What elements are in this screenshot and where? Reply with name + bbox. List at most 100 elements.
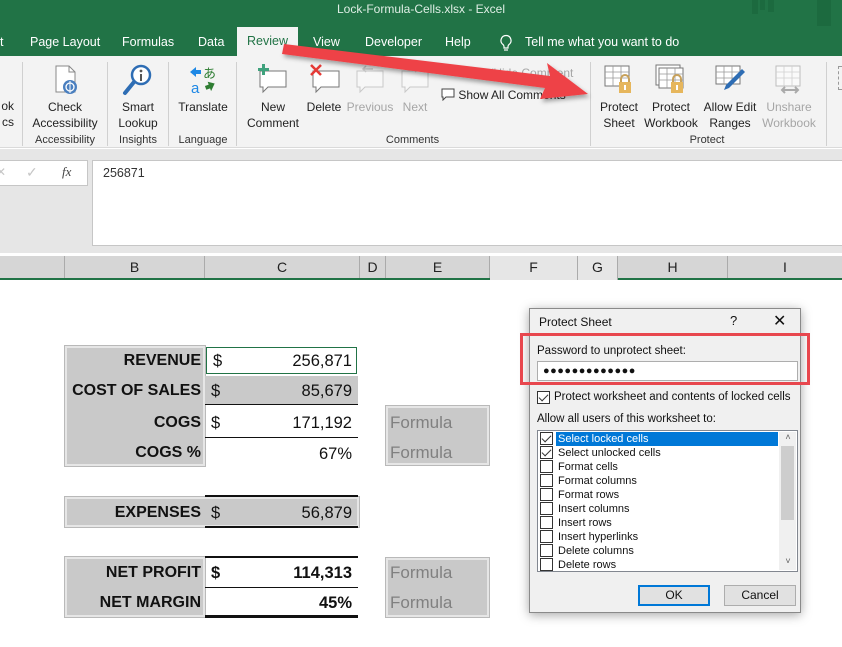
- scrollbar[interactable]: ˄ ˅: [779, 432, 796, 570]
- cell-label-cogs-percent[interactable]: COGS %: [65, 438, 205, 468]
- translate-button[interactable]: a あ Translate: [172, 63, 234, 115]
- formula-note[interactable]: Formula: [386, 588, 452, 618]
- checkbox-checked[interactable]: [540, 446, 553, 459]
- permission-label: Insert columns: [558, 503, 630, 515]
- formula-input[interactable]: 256871: [92, 160, 842, 246]
- permission-label: Delete columns: [558, 545, 634, 557]
- formula-bar-buttons: ✕ ✓ fx: [0, 160, 88, 186]
- tab-insert[interactable]: t: [0, 29, 3, 56]
- column-header-a[interactable]: [0, 256, 65, 278]
- permission-item[interactable]: Insert rows: [540, 516, 776, 530]
- cell-value: 45%: [318, 594, 352, 612]
- checkbox-unchecked[interactable]: [540, 516, 553, 529]
- permission-item[interactable]: Format cells: [540, 460, 776, 474]
- permission-item[interactable]: Insert hyperlinks: [540, 530, 776, 544]
- tab-formulas[interactable]: Formulas: [122, 29, 174, 56]
- column-header-f[interactable]: F: [490, 256, 578, 280]
- checkbox-unchecked[interactable]: [540, 544, 553, 557]
- checkbox-checked[interactable]: [537, 391, 550, 404]
- scrollbar-thumb[interactable]: [781, 446, 794, 520]
- cell-label-net-margin[interactable]: NET MARGIN: [65, 588, 205, 618]
- close-button[interactable]: ✕: [773, 311, 786, 331]
- formula-note[interactable]: Formula: [386, 438, 452, 468]
- cell-value: 85,679: [301, 382, 352, 400]
- column-header-i[interactable]: I: [728, 256, 842, 278]
- cell-cogs-value[interactable]: $ 171,192: [205, 408, 358, 438]
- protect-workbook-button[interactable]: Protect Workbook: [642, 63, 700, 131]
- tab-page-layout[interactable]: Page Layout: [30, 29, 100, 56]
- cancel-entry-button[interactable]: ✕: [0, 165, 6, 179]
- unshare-workbook-button[interactable]: Unshare Workbook: [758, 63, 820, 131]
- currency-symbol: $: [211, 564, 221, 582]
- group-label-protect: Protect: [689, 134, 725, 146]
- ribbon-partial-button[interactable]: ok cs: [0, 98, 14, 130]
- cell-revenue-value[interactable]: $ 256,871: [206, 347, 357, 374]
- allow-edit-ranges-button[interactable]: Allow Edit Ranges: [702, 63, 758, 131]
- tab-data[interactable]: Data: [198, 29, 224, 56]
- cell-cogs-percent-value[interactable]: 67%: [205, 439, 358, 469]
- checkbox-unchecked[interactable]: [540, 488, 553, 501]
- checkbox-unchecked[interactable]: [540, 530, 553, 543]
- permission-item[interactable]: Format rows: [540, 488, 776, 502]
- insert-function-button[interactable]: fx: [62, 164, 71, 180]
- checkbox-unchecked[interactable]: [540, 558, 553, 571]
- enter-button[interactable]: ✓: [26, 164, 38, 181]
- button-label: Sheet: [603, 116, 635, 130]
- formula-note[interactable]: Formula: [386, 558, 452, 588]
- cell-label-revenue[interactable]: REVENUE: [65, 346, 205, 376]
- dialog-title: Protect Sheet: [539, 315, 612, 329]
- checkbox-unchecked[interactable]: [540, 460, 553, 473]
- cell-cost-of-sales-value[interactable]: $ 85,679: [205, 376, 358, 405]
- group-separator: [236, 62, 237, 146]
- cell-value: 114,313: [293, 564, 352, 582]
- protect-worksheet-checkbox[interactable]: Protect worksheet and contents of locked…: [537, 390, 799, 405]
- permission-item[interactable]: Select unlocked cells: [540, 446, 776, 460]
- cell-net-profit-value[interactable]: $ 114,313: [205, 558, 358, 588]
- checkbox-checked[interactable]: [540, 432, 553, 445]
- permission-label: Format rows: [558, 489, 620, 501]
- cell-label-net-profit[interactable]: NET PROFIT: [65, 558, 205, 588]
- button-label: Smart: [121, 100, 154, 114]
- scroll-down-icon[interactable]: ˅: [782, 556, 794, 566]
- smart-lookup-button[interactable]: Smart Lookup: [112, 63, 164, 131]
- check-accessibility-icon: [55, 65, 77, 94]
- cell-expenses-value[interactable]: $ 56,879: [205, 498, 358, 528]
- button-label: Workbook: [762, 116, 816, 130]
- check-accessibility-button[interactable]: Check Accessibility: [28, 63, 102, 131]
- allow-edit-ranges-icon: [715, 65, 745, 90]
- permission-item[interactable]: Delete rows: [540, 558, 776, 571]
- formula-note[interactable]: Formula: [386, 408, 452, 438]
- column-header-g[interactable]: G: [578, 256, 618, 280]
- checkbox-unchecked[interactable]: [540, 502, 553, 515]
- permission-item[interactable]: Format columns: [540, 474, 776, 488]
- column-header-c[interactable]: C: [205, 256, 360, 278]
- group-separator: [107, 62, 108, 146]
- permission-label: Insert rows: [558, 517, 612, 529]
- column-header-e[interactable]: E: [386, 256, 490, 278]
- permissions-list[interactable]: Select locked cells Select unlocked cell…: [537, 430, 798, 572]
- border-line: [205, 495, 358, 497]
- permission-item[interactable]: Insert columns: [540, 502, 776, 516]
- scroll-up-icon[interactable]: ˄: [782, 432, 794, 442]
- help-button[interactable]: ?: [730, 313, 737, 328]
- permission-item[interactable]: Select locked cells: [540, 432, 778, 446]
- button-label: Workbook: [644, 116, 698, 130]
- permission-item[interactable]: Delete columns: [540, 544, 776, 558]
- column-header-h[interactable]: H: [618, 256, 728, 278]
- permission-label: Format cells: [558, 461, 618, 473]
- cancel-button[interactable]: Cancel: [724, 585, 796, 606]
- column-header-b[interactable]: B: [65, 256, 205, 278]
- cell-net-margin-value[interactable]: 45%: [205, 588, 358, 618]
- ok-button[interactable]: OK: [638, 585, 710, 606]
- cell-label-cost-of-sales[interactable]: COST OF SALES: [65, 376, 205, 406]
- currency-symbol: $: [213, 352, 223, 370]
- button-label: ok: [1, 99, 14, 113]
- group-label-insights: Insights: [119, 134, 157, 146]
- checkbox-label: Protect worksheet and contents of locked…: [554, 391, 791, 403]
- column-header-d[interactable]: D: [360, 256, 386, 278]
- cell-label-expenses[interactable]: EXPENSES: [65, 498, 205, 528]
- cell-label-cogs[interactable]: COGS: [65, 408, 205, 438]
- svg-text:あ: あ: [203, 67, 216, 82]
- permission-label: Format columns: [558, 475, 637, 487]
- checkbox-unchecked[interactable]: [540, 474, 553, 487]
